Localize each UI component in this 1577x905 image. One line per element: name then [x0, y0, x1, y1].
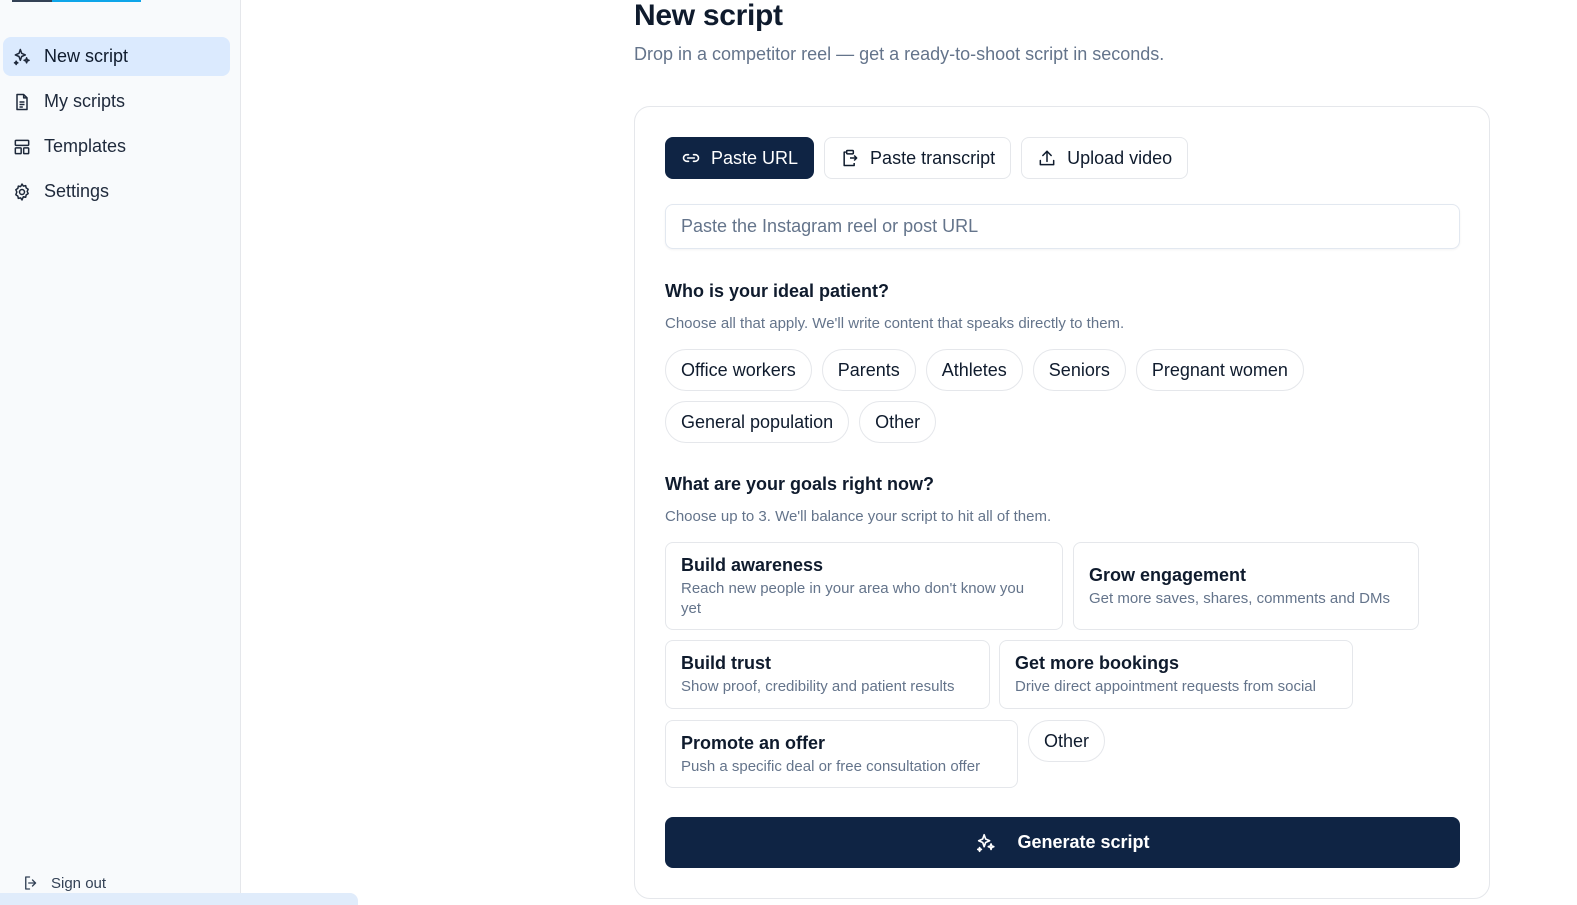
- goal-title: Get more bookings: [1015, 653, 1180, 673]
- input-mode-tabs: Paste URL Paste transcript Upload video: [665, 137, 1189, 179]
- sidebar-item-label: New script: [44, 46, 129, 66]
- sparkles-icon: [12, 47, 32, 67]
- chip-seniors[interactable]: Seniors: [1032, 349, 1126, 391]
- chip-general-population[interactable]: General population: [665, 401, 850, 443]
- sidebar-item-settings[interactable]: Settings: [3, 172, 230, 211]
- document-icon: [12, 92, 32, 112]
- layout-icon: [12, 137, 32, 157]
- chip-athletes[interactable]: Athletes: [925, 349, 1023, 391]
- clipboard-icon: [840, 148, 860, 168]
- patient-help: Choose all that apply. We'll write conte…: [665, 315, 1125, 332]
- goals-heading: What are your goals right now?: [665, 474, 935, 494]
- tab-label: Upload video: [1067, 147, 1173, 168]
- page-subtitle: Drop in a competitor reel — get a ready-…: [634, 44, 1165, 64]
- sidebar-item-templates[interactable]: Templates: [3, 127, 230, 166]
- goal-desc: Get more saves, shares, comments and DMs: [1089, 590, 1390, 607]
- upload-icon: [1037, 148, 1057, 168]
- chip-parents[interactable]: Parents: [821, 349, 916, 391]
- generate-script-button[interactable]: Generate script: [665, 817, 1460, 868]
- sign-out-icon: [22, 874, 40, 892]
- goal-desc: Show proof, credibility and patient resu…: [681, 678, 955, 695]
- goal-title: Build awareness: [681, 555, 824, 575]
- chip-other[interactable]: Other: [859, 401, 937, 443]
- goals-help: Choose up to 3. We'll balance your scrip…: [665, 508, 1052, 525]
- goal-build-trust[interactable]: Build trust Show proof, credibility and …: [665, 640, 990, 709]
- gear-icon: [12, 182, 32, 202]
- goal-desc: Drive direct appointment requests from s…: [1015, 678, 1316, 695]
- goal-title: Build trust: [681, 653, 771, 673]
- sidebar-item-label: Settings: [44, 181, 110, 201]
- tab-label: Paste transcript: [870, 147, 996, 168]
- goal-desc: Reach new people in your area who don't …: [681, 580, 1025, 617]
- goal-desc: Push a specific deal or free consultatio…: [681, 758, 981, 775]
- goal-get-more-bookings[interactable]: Get more bookings Drive direct appointme…: [999, 640, 1353, 709]
- tab-label: Paste URL: [711, 147, 799, 168]
- goal-promote-offer[interactable]: Promote an offer Push a specific deal or…: [665, 720, 1018, 788]
- generate-label: Generate script: [1017, 832, 1150, 852]
- sign-out-button[interactable]: Sign out: [22, 874, 106, 892]
- goal-title: Promote an offer: [681, 733, 826, 753]
- goal-other[interactable]: Other: [1028, 720, 1106, 762]
- tab-upload-video[interactable]: Upload video: [1021, 137, 1189, 179]
- sign-out-label: Sign out: [51, 874, 107, 892]
- chip-pregnant-women[interactable]: Pregnant women: [1135, 349, 1304, 391]
- sidebar-item-label: My scripts: [44, 91, 125, 111]
- goal-grow-engagement[interactable]: Grow engagement Get more saves, shares, …: [1073, 542, 1419, 630]
- logo-underline: [12, 0, 141, 2]
- chip-office-workers[interactable]: Office workers: [665, 349, 812, 391]
- patient-chips: Office workers Parents Athletes Seniors …: [665, 349, 1365, 443]
- bottom-scroll-strip: [0, 893, 358, 905]
- sidebar: New script My scripts Templates Settings…: [0, 0, 241, 905]
- goal-build-awareness[interactable]: Build awareness Reach new people in your…: [665, 542, 1063, 630]
- sidebar-item-new-script[interactable]: New script: [3, 37, 230, 76]
- sparkles-icon: [975, 832, 997, 854]
- script-form-card: Paste URL Paste transcript Upload video …: [634, 106, 1490, 899]
- reel-url-input[interactable]: [665, 204, 1460, 249]
- tab-paste-url[interactable]: Paste URL: [665, 137, 815, 179]
- sidebar-nav: New script My scripts Templates Settings: [3, 37, 230, 217]
- sidebar-item-label: Templates: [44, 136, 127, 156]
- tab-paste-transcript[interactable]: Paste transcript: [824, 137, 1012, 179]
- patient-heading: Who is your ideal patient?: [665, 281, 890, 301]
- page-title: New script: [634, 0, 783, 32]
- sidebar-item-my-scripts[interactable]: My scripts: [3, 82, 230, 121]
- link-icon: [681, 148, 701, 168]
- goal-title: Grow engagement: [1089, 565, 1247, 585]
